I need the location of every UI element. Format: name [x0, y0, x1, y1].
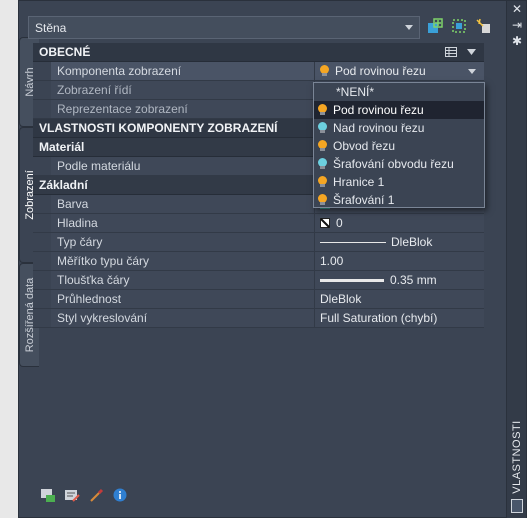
add-selection-icon[interactable]	[426, 17, 444, 35]
dropdown-item-srafovani-obvodu-rezu[interactable]: Šrafování obvodu řezu	[314, 155, 484, 173]
dropdown-item-label: Nad rovinou řezu	[333, 121, 425, 135]
row-meritko-typu-cary[interactable]: Měřítko typu čáry 1.00	[33, 252, 484, 271]
lineweight-preview	[320, 278, 384, 282]
gear-icon[interactable]: ✱	[507, 33, 527, 49]
display-properties-icon[interactable]	[40, 487, 56, 503]
pruhlednost-input[interactable]: DleBlok	[315, 290, 484, 308]
property-name: Styl vykreslování	[51, 309, 315, 327]
top-toolbar	[426, 17, 492, 35]
dropdown-item-label: Šrafování obvodu řezu	[333, 157, 454, 171]
paintbrush-icon[interactable]	[88, 487, 104, 503]
property-name: Tloušťka čáry	[51, 271, 315, 289]
row-tloustka-cary[interactable]: Tloušťka čáry 0.35 mm	[33, 271, 484, 290]
property-name: Typ čáry	[51, 233, 315, 251]
section-obecne-title: OBECNÉ	[39, 45, 91, 59]
layer-icon	[320, 218, 330, 228]
row-typ-cary[interactable]: Typ čáry DleBlok	[33, 233, 484, 252]
close-icon[interactable]: ✕	[507, 1, 527, 17]
property-name: Podle materiálu	[51, 157, 315, 175]
styl-select[interactable]: Full Saturation (chybí)	[315, 309, 484, 327]
hladina-value: 0	[336, 216, 343, 230]
palette-title: VLASTNOSTI	[510, 420, 523, 494]
tloustka-value: 0.35 mm	[390, 273, 437, 287]
table-view-icon[interactable]	[445, 47, 457, 57]
komponenta-select[interactable]: Pod rovinou řezu	[315, 62, 484, 80]
property-name: Hladina	[51, 214, 315, 232]
property-name: Průhlednost	[51, 290, 315, 308]
palette-title-bar[interactable]: ✕ ⇥ ✱ VLASTNOSTI	[506, 1, 526, 518]
hladina-select[interactable]: 0	[315, 214, 484, 232]
quick-select-icon[interactable]	[450, 17, 468, 35]
dropdown-item-label: Obvod řezu	[333, 139, 396, 153]
object-type-value: Stěna	[35, 20, 67, 35]
chevron-down-icon	[468, 69, 476, 74]
row-komponenta-zobrazeni[interactable]: Komponenta zobrazení Pod rovinou řezu	[33, 62, 484, 81]
bulb-icon	[320, 65, 329, 77]
bulb-icon	[318, 104, 327, 116]
dropdown-item-obvod-rezu[interactable]: Obvod řezu	[314, 137, 484, 155]
section-material-title: Materiál	[39, 140, 85, 154]
bulb-icon	[318, 176, 327, 188]
komponenta-value: Pod rovinou řezu	[335, 64, 426, 78]
row-pruhlednost[interactable]: Průhlednost DleBlok	[33, 290, 484, 309]
bulb-icon	[318, 158, 327, 170]
meritko-input[interactable]: 1.00	[315, 252, 484, 270]
bottom-toolbar	[40, 487, 128, 503]
property-name: Reprezentace zobrazení	[51, 100, 315, 118]
bulb-icon	[318, 194, 327, 206]
section-obecne[interactable]: OBECNÉ	[33, 43, 484, 62]
chevron-down-icon[interactable]	[467, 49, 476, 55]
autohide-icon[interactable]: ⇥	[507, 17, 527, 33]
info-icon[interactable]	[112, 487, 128, 503]
typ-cary-select[interactable]: DleBlok	[315, 233, 484, 251]
row-styl-vykreslovani[interactable]: Styl vykreslování Full Saturation (chybí…	[33, 309, 484, 328]
linetype-preview	[320, 241, 386, 243]
property-name: Zobrazení řídí	[51, 81, 315, 99]
bulb-icon	[318, 122, 327, 134]
dropdown-item-pod-rovinou-rezu[interactable]: Pod rovinou řezu	[314, 101, 484, 119]
dropdown-item-none[interactable]: *NENÍ*	[314, 83, 484, 101]
dropdown-item-hranice-1[interactable]: Hranice 1	[314, 173, 484, 191]
chevron-down-icon	[405, 25, 413, 30]
select-objects-icon[interactable]	[474, 17, 492, 35]
komponenta-dropdown-list[interactable]: *NENÍ* Pod rovinou řezu Nad rovinou řezu…	[313, 82, 485, 208]
tloustka-select[interactable]: 0.35 mm	[315, 271, 484, 289]
dropdown-item-label: *NENÍ*	[336, 85, 375, 99]
object-type-select[interactable]: Stěna	[28, 16, 420, 39]
property-name: Měřítko typu čáry	[51, 252, 315, 270]
bulb-icon	[318, 140, 327, 152]
dropdown-item-nad-rovinou-rezu[interactable]: Nad rovinou řezu	[314, 119, 484, 137]
dropdown-item-label: Hranice 1	[333, 175, 385, 189]
typ-cary-value: DleBlok	[391, 235, 433, 249]
edit-style-icon[interactable]	[64, 487, 80, 503]
palette-menu-icon[interactable]	[511, 499, 523, 513]
section-zakladni-title: Základní	[39, 178, 88, 192]
dropdown-item-srafovani-1[interactable]: Šrafování 1	[314, 191, 484, 209]
dropdown-item-label: Šrafování 1	[333, 193, 395, 207]
property-name: Komponenta zobrazení	[51, 62, 315, 80]
row-hladina[interactable]: Hladina 0	[33, 214, 484, 233]
property-name: Barva	[51, 195, 315, 213]
dropdown-item-label: Pod rovinou řezu	[333, 103, 424, 117]
section-vlastnosti-title: VLASTNOSTI KOMPONENTY ZOBRAZENÍ	[39, 121, 278, 135]
